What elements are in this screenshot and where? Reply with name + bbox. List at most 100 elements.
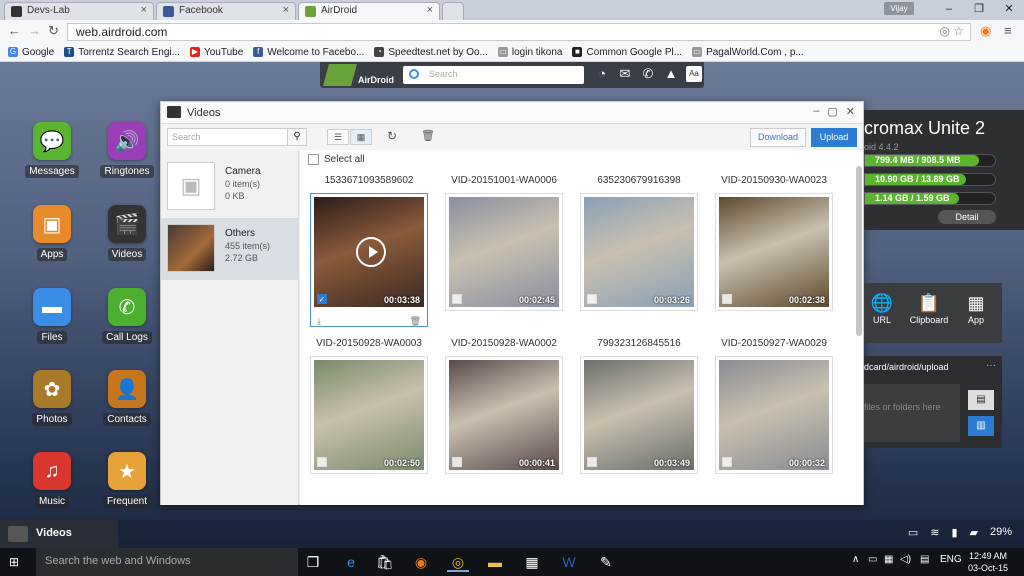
- close-icon[interactable]: ✕: [846, 105, 855, 118]
- dock-videos[interactable]: Videos: [0, 520, 118, 548]
- battery-tray-icon[interactable]: ▭: [868, 554, 877, 565]
- trash-icon[interactable]: 🗑: [417, 129, 439, 145]
- firefox-icon[interactable]: ◉: [410, 552, 432, 572]
- maximize-icon[interactable]: ❐: [964, 0, 994, 20]
- menu-icon[interactable]: ≡: [1004, 23, 1012, 38]
- video-card[interactable]: VID-20150927-WA0029 00:00:32: [715, 338, 833, 474]
- videos-search-input[interactable]: Search: [167, 128, 307, 146]
- language-indicator[interactable]: ENG: [940, 554, 962, 565]
- video-card[interactable]: 635230679916398 00:03:26: [580, 175, 698, 311]
- video-checkbox[interactable]: [722, 457, 732, 467]
- tab-devs-lab[interactable]: Devs-Lab ×: [4, 2, 154, 20]
- desktop-icon-frequent[interactable]: ★ Frequent: [97, 452, 157, 508]
- taskbar-search-input[interactable]: Search the web and Windows: [36, 548, 298, 576]
- video-thumbnail[interactable]: 00:02:38: [715, 193, 833, 311]
- desktop-icon-contacts[interactable]: 👤 Contacts: [97, 370, 157, 426]
- windows-start-icon[interactable]: ⊞: [9, 555, 23, 569]
- close-icon[interactable]: ×: [141, 4, 147, 16]
- video-thumbnail[interactable]: 00:03:26: [580, 193, 698, 311]
- new-tab-button[interactable]: [442, 2, 464, 20]
- video-checkbox[interactable]: [587, 294, 597, 304]
- search-icon[interactable]: ⚲: [287, 128, 307, 146]
- maximize-icon[interactable]: ▢: [827, 105, 837, 118]
- download-button[interactable]: Download: [750, 128, 806, 147]
- media-icon[interactable]: ▦: [521, 552, 543, 572]
- bookmark-item[interactable]: T Torrentz Search Engi...: [60, 44, 186, 61]
- clock[interactable]: 12:49 AM 03-Oct-15: [968, 550, 1008, 574]
- bookmark-item[interactable]: ◔ Speedtest.net by Oo...: [370, 44, 494, 61]
- bookmark-item[interactable]: f Welcome to Facebo...: [249, 44, 370, 61]
- video-card[interactable]: VID-20150928-WA0002 00:00:41: [445, 338, 563, 474]
- select-all[interactable]: Select all: [308, 154, 365, 165]
- close-icon[interactable]: ×: [427, 4, 433, 16]
- file-explorer-icon[interactable]: ▬: [484, 552, 506, 572]
- drop-zone[interactable]: files or folders here: [864, 384, 960, 442]
- tool-app[interactable]: ▦ App: [954, 293, 998, 325]
- tool-clipboard[interactable]: 📋 Clipboard: [907, 293, 951, 325]
- task-view-icon[interactable]: ❐: [302, 552, 324, 572]
- refresh-icon[interactable]: ↻: [381, 129, 403, 145]
- video-thumbnail[interactable]: 00:03:49: [580, 356, 698, 474]
- word-icon[interactable]: W: [558, 552, 580, 572]
- video-thumbnail[interactable]: 00:02:50: [310, 356, 428, 474]
- tool-url[interactable]: 🌐 URL: [860, 293, 904, 325]
- notification-icon[interactable]: ▤: [920, 554, 929, 565]
- profile-badge[interactable]: Vijay: [884, 2, 914, 15]
- mail-icon[interactable]: ✉: [617, 66, 633, 82]
- chrome-icon[interactable]: ◎: [447, 552, 469, 572]
- network-tray-icon[interactable]: ▦: [884, 554, 893, 565]
- chevron-up-icon[interactable]: ∧: [852, 554, 859, 565]
- bookmark-item[interactable]: ▶ YouTube: [186, 44, 249, 61]
- desktop-icon-music[interactable]: ♫ Music: [22, 452, 82, 508]
- video-thumbnail[interactable]: 00:00:32: [715, 356, 833, 474]
- desktop-icon-apps[interactable]: ▣ Apps: [22, 205, 82, 261]
- close-window-icon[interactable]: ✕: [994, 0, 1024, 20]
- desktop-icon-photos[interactable]: ✿ Photos: [22, 370, 82, 426]
- back-icon[interactable]: ←: [8, 23, 21, 38]
- select-all-checkbox[interactable]: [308, 154, 319, 165]
- store-icon[interactable]: 🛍: [374, 552, 396, 572]
- video-checkbox[interactable]: [452, 457, 462, 467]
- upload-folder-icon[interactable]: ▤: [968, 390, 994, 410]
- desktop-icon-files[interactable]: ▬ Files: [22, 288, 82, 344]
- minimize-icon[interactable]: –: [934, 0, 964, 20]
- video-checkbox[interactable]: [452, 294, 462, 304]
- upload-button[interactable]: Upload: [811, 128, 857, 147]
- desktop-icon-call-logs[interactable]: ✆ Call Logs: [97, 288, 157, 344]
- more-icon[interactable]: ···: [986, 360, 996, 371]
- reload-icon[interactable]: ↻: [48, 23, 59, 39]
- trash-icon[interactable]: 🗑: [410, 316, 421, 327]
- video-card[interactable]: 799323126845516 00:03:49: [580, 338, 698, 474]
- video-thumbnail[interactable]: ✓ 00:03:38 ⤓ 🗑: [310, 193, 428, 327]
- detail-button[interactable]: Detail: [938, 210, 996, 224]
- bell-icon[interactable]: ▲: [663, 66, 679, 82]
- paint-icon[interactable]: ✎: [595, 552, 617, 572]
- phone-icon[interactable]: ✆: [640, 66, 656, 82]
- volume-icon[interactable]: ◁): [900, 554, 911, 565]
- close-icon[interactable]: ×: [283, 4, 289, 16]
- tab-facebook[interactable]: Facebook ×: [156, 2, 296, 20]
- tab-airdroid[interactable]: AirDroid ×: [298, 2, 440, 20]
- screen-icon[interactable]: ▭: [908, 526, 918, 539]
- desktop-icon-ringtones[interactable]: 🔊 Ringtones: [97, 122, 157, 178]
- bookmark-item[interactable]: ■ Common Google Pl...: [568, 44, 688, 61]
- bookmark-item[interactable]: ▭ login tikona: [494, 44, 569, 61]
- video-thumbnail[interactable]: 00:00:41: [445, 356, 563, 474]
- video-card[interactable]: VID-20150928-WA0003 00:02:50: [310, 338, 428, 474]
- video-card[interactable]: VID-20150930-WA0023 00:02:38: [715, 175, 833, 311]
- speedometer-icon[interactable]: ◔: [594, 66, 610, 82]
- grid-view-icon[interactable]: ▦: [350, 129, 372, 145]
- url-input[interactable]: web.airdroid.com ◎ ☆: [67, 23, 971, 41]
- bookmark-item[interactable]: G Google: [4, 44, 60, 61]
- list-view-icon[interactable]: ☰: [327, 129, 349, 145]
- edge-icon[interactable]: e: [340, 552, 362, 572]
- video-checkbox[interactable]: [722, 294, 732, 304]
- play-icon[interactable]: [356, 237, 386, 267]
- upload-file-icon[interactable]: ▥: [968, 416, 994, 436]
- category-camera[interactable]: ▣ Camera 0 item(s) 0 KB: [161, 156, 299, 218]
- video-card[interactable]: VID-20151001-WA0006 00:02:45: [445, 175, 563, 311]
- bookmark-item[interactable]: ▭ PagalWorld.Com , p...: [688, 44, 810, 61]
- video-card[interactable]: 1533671093589602 ✓ 00:03:38 ⤓ 🗑: [310, 175, 428, 327]
- forward-icon[interactable]: →: [28, 23, 41, 38]
- video-checkbox[interactable]: [317, 457, 327, 467]
